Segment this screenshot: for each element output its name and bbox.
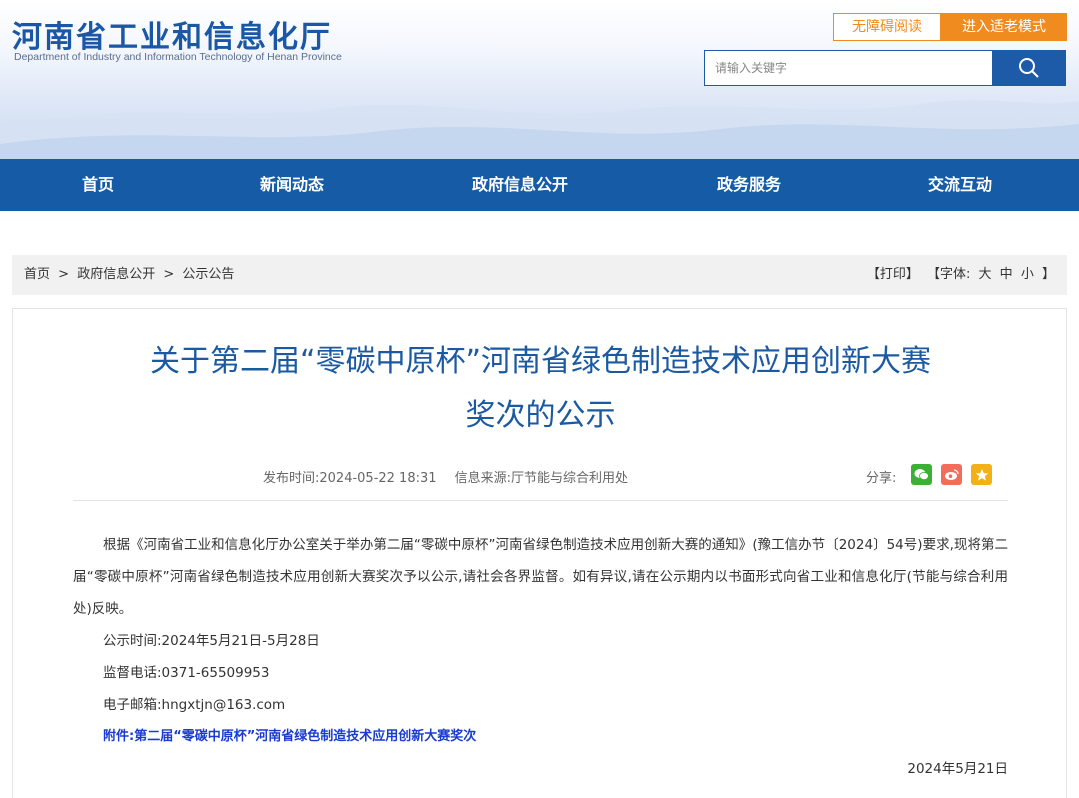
print-button[interactable]: 【打印】	[867, 267, 919, 282]
font-size-label: 【字体:	[926, 267, 971, 282]
attachment-link[interactable]: 附件:第二届“零碳中原杯”河南省绿色制造技术应用创新大赛奖次	[73, 721, 1008, 753]
elder-mode-button[interactable]: 进入适老模式	[941, 13, 1067, 41]
article-card: 关于第二届“零碳中原杯”河南省绿色制造技术应用创新大赛 奖次的公示 发布时间:2…	[12, 308, 1067, 798]
meta-divider	[73, 500, 1008, 501]
favorite-icon[interactable]	[971, 464, 992, 485]
info-source: 信息来源:厅节能与综合利用处	[454, 471, 629, 486]
article-title: 关于第二届“零碳中原杯”河南省绿色制造技术应用创新大赛 奖次的公示	[63, 335, 1018, 443]
page-tools: 【打印】 【字体: 大 中 小 】	[863, 255, 1055, 295]
breadcrumb-separator: >	[163, 267, 175, 282]
article-body: 根据《河南省工业和信息化厅办公室关于举办第二届“零碳中原杯”河南省绿色制造技术应…	[73, 529, 1008, 785]
signature-date: 2024年5月21日	[907, 761, 1008, 777]
search-input[interactable]: 请输入关键字	[704, 50, 993, 86]
article-paragraph: 根据《河南省工业和信息化厅办公室关于举办第二届“零碳中原杯”河南省绿色制造技术应…	[73, 537, 1008, 617]
site-header: 河南省工业和信息化厅 Department of Industry and In…	[0, 0, 1079, 159]
article-title-line2: 奖次的公示	[465, 398, 616, 433]
publish-time: 发布时间:2024-05-22 18:31	[263, 471, 437, 486]
breadcrumb: 首页 > 政府信息公开 > 公示公告	[24, 255, 238, 295]
search-icon	[1019, 58, 1039, 78]
article-title-line1: 关于第二届“零碳中原杯”河南省绿色制造技术应用创新大赛	[149, 344, 932, 379]
font-medium-button[interactable]: 中	[1000, 267, 1013, 282]
nav-item-gov-info[interactable]: 政府信息公开	[455, 159, 585, 211]
font-size-close: 】	[1041, 267, 1055, 282]
breadcrumb-home[interactable]: 首页	[24, 267, 50, 282]
supervision-phone: 监督电话:0371-65509953	[103, 665, 270, 681]
search-button[interactable]	[992, 50, 1066, 86]
breadcrumb-separator: >	[58, 267, 70, 282]
breadcrumb-bar: 首页 > 政府信息公开 > 公示公告 【打印】 【字体: 大 中 小 】	[12, 255, 1067, 295]
main-nav: 首页 新闻动态 政府信息公开 政务服务 交流互动	[0, 159, 1079, 211]
nav-item-home[interactable]: 首页	[58, 159, 138, 211]
breadcrumb-notices[interactable]: 公示公告	[182, 267, 234, 282]
font-small-button[interactable]: 小	[1021, 267, 1034, 282]
contact-email: 电子邮箱:hngxtjn@163.com	[103, 697, 286, 713]
accessible-reading-button[interactable]: 无障碍阅读	[833, 13, 941, 41]
article-meta: 发布时间:2024-05-22 18:31 信息来源:厅节能与综合利用处	[263, 467, 642, 486]
weibo-icon[interactable]	[941, 464, 962, 485]
font-large-button[interactable]: 大	[979, 267, 992, 282]
notice-period: 公示时间:2024年5月21日-5月28日	[103, 633, 320, 649]
nav-item-news[interactable]: 新闻动态	[242, 159, 342, 211]
nav-item-services[interactable]: 政务服务	[699, 159, 799, 211]
nav-item-interaction[interactable]: 交流互动	[910, 159, 1010, 211]
breadcrumb-gov-info[interactable]: 政府信息公开	[77, 267, 155, 282]
share-label: 分享:	[866, 471, 897, 486]
site-subtitle: Department of Industry and Information T…	[14, 51, 342, 63]
site-title[interactable]: 河南省工业和信息化厅	[12, 12, 332, 56]
wechat-icon[interactable]	[911, 464, 932, 485]
